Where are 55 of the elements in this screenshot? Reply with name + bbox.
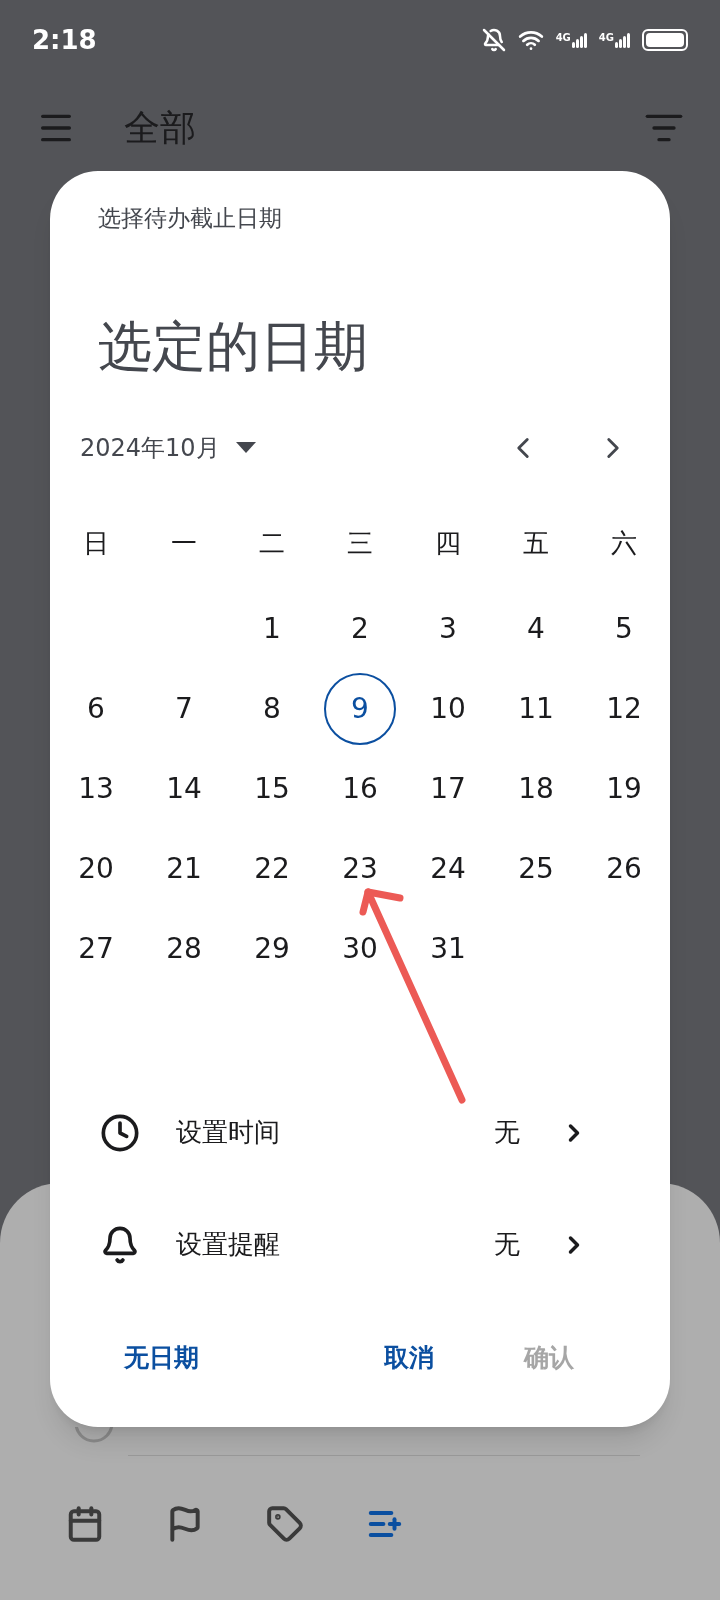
calendar-day[interactable]: 28 bbox=[148, 912, 220, 985]
calendar-day[interactable]: 1 bbox=[236, 592, 308, 665]
calendar-day[interactable]: 17 bbox=[412, 752, 484, 825]
calendar-day[interactable]: 22 bbox=[236, 832, 308, 905]
calendar-day[interactable]: 6 bbox=[60, 672, 132, 745]
caret-icon bbox=[235, 441, 256, 454]
tag-icon[interactable] bbox=[266, 1505, 304, 1543]
weekday-label: 一 bbox=[171, 526, 197, 560]
calendar-icon[interactable] bbox=[66, 1505, 104, 1543]
dialog-button[interactable]: 无日期 bbox=[124, 1338, 199, 1376]
calendar-day[interactable]: 5 bbox=[588, 592, 660, 665]
weekday-label: 三 bbox=[347, 526, 373, 560]
calendar-day[interactable]: 23 bbox=[324, 832, 396, 905]
clock-icon bbox=[100, 1112, 140, 1153]
task-checkbox[interactable] bbox=[74, 1427, 114, 1445]
calendar-day[interactable]: 19 bbox=[588, 752, 660, 825]
calendar-day[interactable]: 31 bbox=[412, 912, 484, 985]
dialog-button[interactable]: 取消 bbox=[384, 1338, 434, 1376]
weekday-label: 六 bbox=[611, 526, 637, 560]
calendar-day[interactable]: 29 bbox=[236, 912, 308, 985]
calendar-day[interactable]: 11 bbox=[500, 672, 572, 745]
calendar-day[interactable]: 7 bbox=[148, 672, 220, 745]
calendar-day[interactable]: 13 bbox=[60, 752, 132, 825]
calendar-day[interactable]: 8 bbox=[236, 672, 308, 745]
bell-off-icon bbox=[481, 28, 506, 52]
calendar-day[interactable]: 2 bbox=[324, 592, 396, 665]
weekday-label: 五 bbox=[523, 526, 549, 560]
calendar-day[interactable]: 15 bbox=[236, 752, 308, 825]
dialog-subtitle: 选择待办截止日期 bbox=[98, 204, 283, 233]
calendar-day[interactable]: 18 bbox=[500, 752, 572, 825]
calendar-day[interactable]: 27 bbox=[60, 912, 132, 985]
calendar-day[interactable]: 12 bbox=[588, 672, 660, 745]
calendar-day[interactable]: 21 bbox=[148, 832, 220, 905]
calendar-day[interactable]: 14 bbox=[148, 752, 220, 825]
calendar-day[interactable]: 4 bbox=[500, 592, 572, 665]
calendar-day[interactable]: 26 bbox=[588, 832, 660, 905]
status-time: 2:18 bbox=[32, 23, 97, 57]
weekday-label: 日 bbox=[83, 526, 109, 560]
setting-row[interactable]: 设置提醒 无 bbox=[50, 1188, 670, 1301]
battery-icon bbox=[642, 29, 688, 51]
calendar-day[interactable]: 3 bbox=[412, 592, 484, 665]
calendar-day[interactable]: 25 bbox=[500, 832, 572, 905]
calendar-day[interactable]: 9 bbox=[324, 672, 396, 745]
calendar-day[interactable]: 16 bbox=[324, 752, 396, 825]
calendar-day[interactable]: 10 bbox=[412, 672, 484, 745]
bell-icon bbox=[100, 1224, 140, 1265]
calendar-day[interactable]: 24 bbox=[412, 832, 484, 905]
weekday-label: 二 bbox=[259, 526, 285, 560]
setting-row[interactable]: 设置时间 无 bbox=[50, 1076, 670, 1189]
app-title: 全部 bbox=[124, 106, 196, 150]
month-dropdown[interactable]: 2024年10月 bbox=[80, 429, 256, 466]
calendar-day[interactable]: 30 bbox=[324, 912, 396, 985]
weekday-label: 四 bbox=[435, 526, 461, 560]
calendar-day[interactable]: 20 bbox=[60, 832, 132, 905]
dialog-headline: 选定的日期 bbox=[98, 319, 369, 374]
